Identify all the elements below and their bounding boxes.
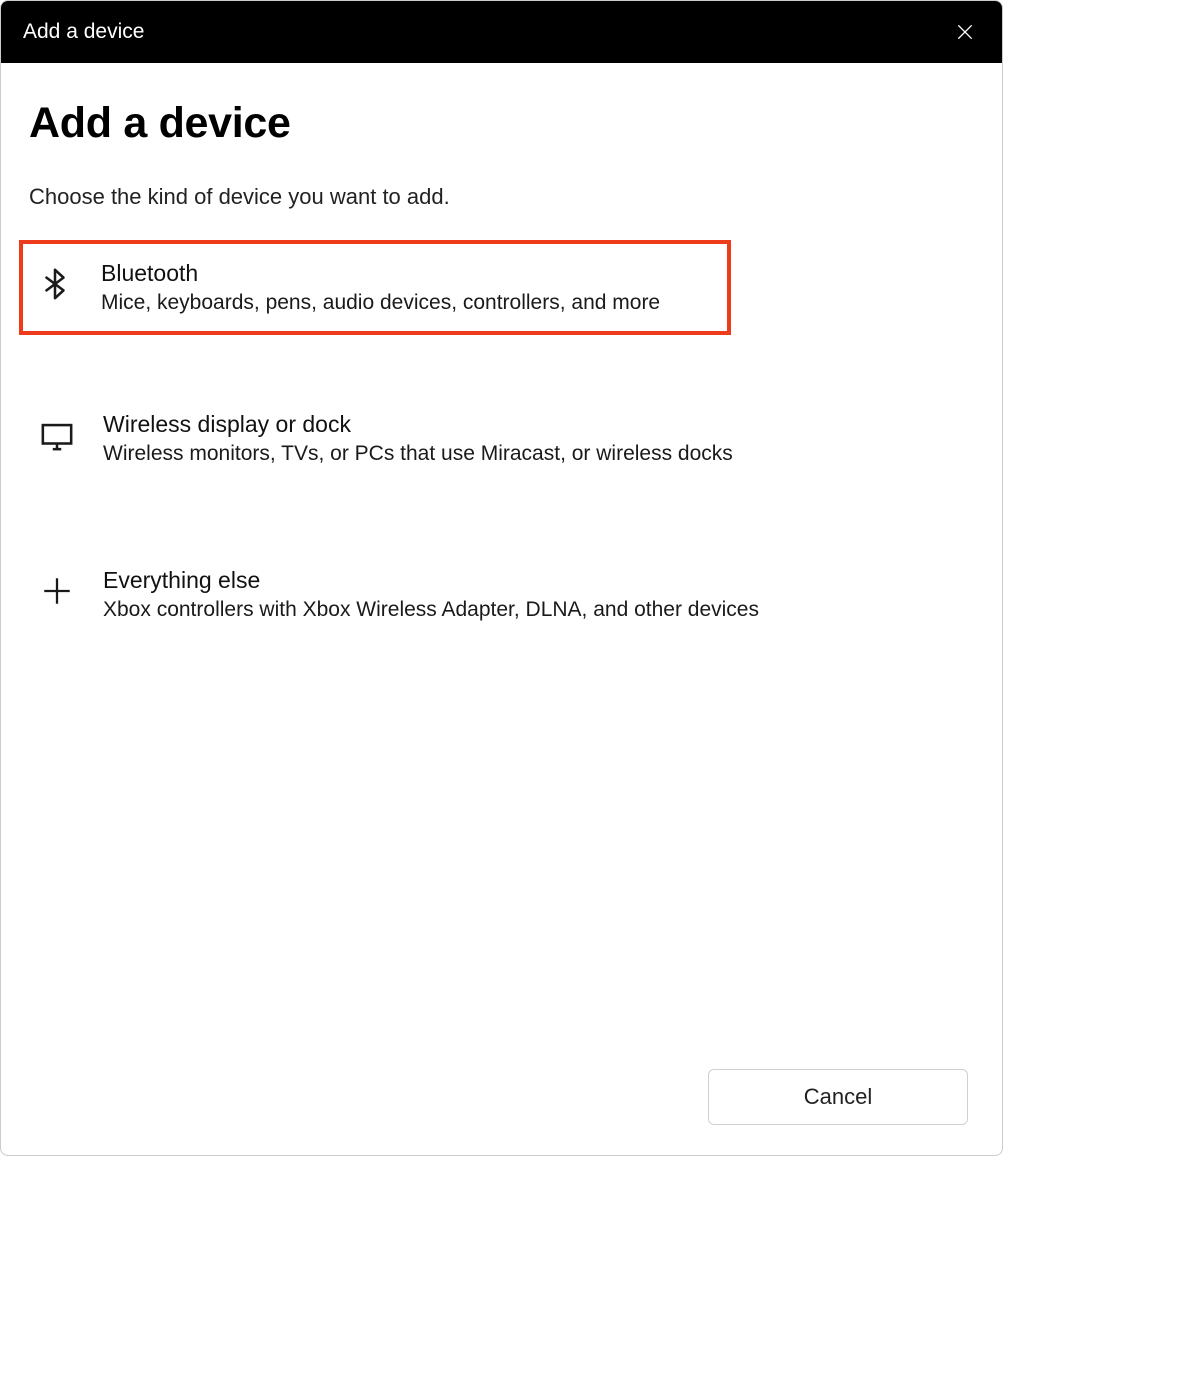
dialog-footer: Cancel (29, 1069, 974, 1155)
close-button[interactable] (948, 15, 982, 49)
monitor-icon (35, 413, 79, 457)
option-description: Wireless monitors, TVs, or PCs that use … (103, 440, 733, 468)
cancel-button[interactable]: Cancel (708, 1069, 968, 1125)
page-subtitle: Choose the kind of device you want to ad… (29, 184, 974, 210)
page-title: Add a device (29, 99, 974, 148)
option-title: Everything else (103, 567, 759, 594)
option-title: Wireless display or dock (103, 411, 733, 438)
option-title: Bluetooth (101, 260, 660, 287)
plus-icon (35, 569, 79, 613)
add-device-dialog: Add a device Add a device Choose the kin… (0, 0, 1003, 1156)
option-wireless-display[interactable]: Wireless display or dock Wireless monito… (29, 391, 974, 486)
option-everything-else[interactable]: Everything else Xbox controllers with Xb… (29, 547, 974, 642)
close-icon (955, 22, 975, 42)
bluetooth-icon (33, 262, 77, 306)
option-text: Bluetooth Mice, keyboards, pens, audio d… (101, 258, 660, 317)
option-description: Xbox controllers with Xbox Wireless Adap… (103, 596, 759, 624)
device-type-list: Bluetooth Mice, keyboards, pens, audio d… (29, 240, 974, 702)
option-text: Everything else Xbox controllers with Xb… (103, 565, 759, 624)
titlebar: Add a device (1, 1, 1002, 63)
option-bluetooth[interactable]: Bluetooth Mice, keyboards, pens, audio d… (19, 240, 731, 335)
dialog-content: Add a device Choose the kind of device y… (1, 63, 1002, 1155)
option-description: Mice, keyboards, pens, audio devices, co… (101, 289, 660, 317)
titlebar-title: Add a device (23, 20, 144, 44)
option-text: Wireless display or dock Wireless monito… (103, 409, 733, 468)
